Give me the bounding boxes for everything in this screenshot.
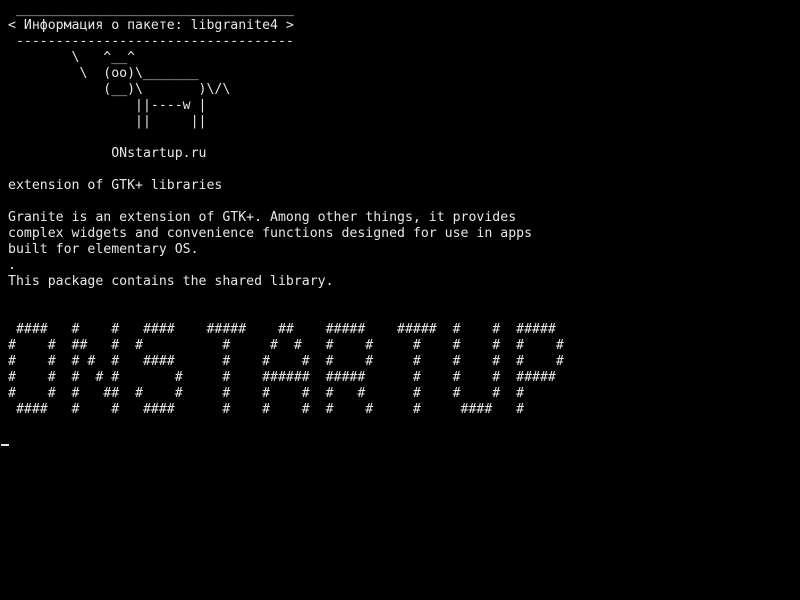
- cowsay-bottom-border: -----------------------------------: [8, 34, 294, 49]
- cow-art-line: \ (oo)\_______: [8, 66, 199, 81]
- site-label: ONstartup.ru: [8, 146, 207, 161]
- banner-art-line: #### # # #### ##### ## ##### ##### # # #…: [8, 322, 556, 337]
- terminal-screen[interactable]: ___________________________________ < Ин…: [0, 0, 800, 600]
- banner-art-line: # # # ## # # # # # # # # # # #: [8, 386, 525, 401]
- cow-art-line: (__)\ )\/\: [8, 82, 231, 97]
- cow-art-line: \ ^__^: [8, 50, 136, 65]
- description-line: complex widgets and convenience function…: [8, 226, 533, 241]
- cow-art-line: ||----w |: [8, 98, 207, 113]
- banner-art-line: # # ## # # # # # # # # # # # #: [8, 338, 564, 353]
- cow-art-line: || ||: [8, 114, 207, 129]
- text-cursor: [1, 444, 9, 446]
- description-line: Granite is an extension of GTK+. Among o…: [8, 210, 517, 225]
- description-line: .: [8, 258, 16, 273]
- banner-art-line: # # # # # # # ###### ##### # # # #####: [8, 370, 556, 385]
- description-line: This package contains the shared library…: [8, 274, 334, 289]
- cowsay-message: < Информация о пакете: libgranite4 >: [8, 18, 294, 33]
- package-summary: extension of GTK+ libraries: [8, 178, 223, 193]
- banner-art-line: # # # # # #### # # # # # # # # # #: [8, 354, 564, 369]
- banner-art-line: #### # # #### # # # # # # #### #: [8, 402, 525, 417]
- cowsay-top-border: ___________________________________: [8, 2, 294, 17]
- description-line: built for elementary OS.: [8, 242, 199, 257]
